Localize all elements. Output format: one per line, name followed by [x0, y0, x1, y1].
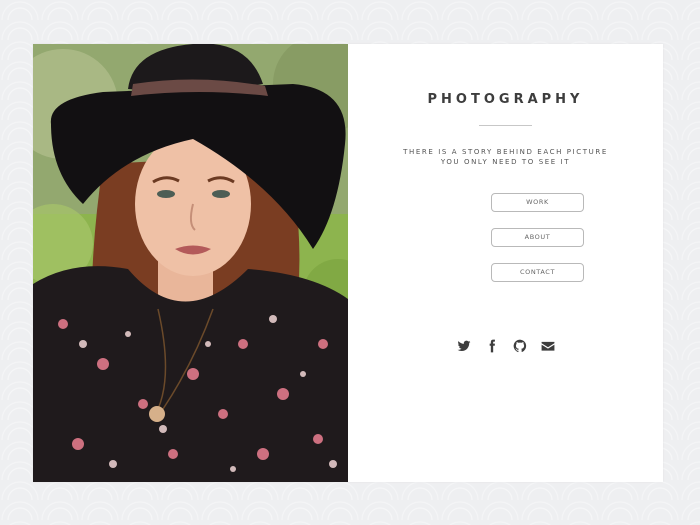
tagline: THERE IS A STORY BEHIND EACH PICTURE YOU… [348, 147, 663, 167]
main-card: PHOTOGRAPHY THERE IS A STORY BEHIND EACH… [33, 44, 663, 482]
github-icon[interactable] [513, 339, 527, 353]
tagline-line-1: THERE IS A STORY BEHIND EACH PICTURE [403, 148, 608, 156]
tagline-line-2: YOU ONLY NEED TO SEE IT [440, 158, 571, 166]
portrait-photo [33, 44, 348, 482]
intro-panel: PHOTOGRAPHY THERE IS A STORY BEHIND EACH… [348, 44, 663, 482]
site-title: PHOTOGRAPHY [427, 92, 584, 107]
social-links [348, 339, 663, 353]
envelope-icon[interactable] [541, 339, 555, 353]
work-button[interactable]: WORK [491, 193, 584, 212]
facebook-icon[interactable] [485, 339, 499, 353]
twitter-icon[interactable] [457, 339, 471, 353]
contact-button[interactable]: CONTACT [491, 263, 584, 282]
about-button[interactable]: ABOUT [491, 228, 584, 247]
title-divider [479, 125, 532, 126]
